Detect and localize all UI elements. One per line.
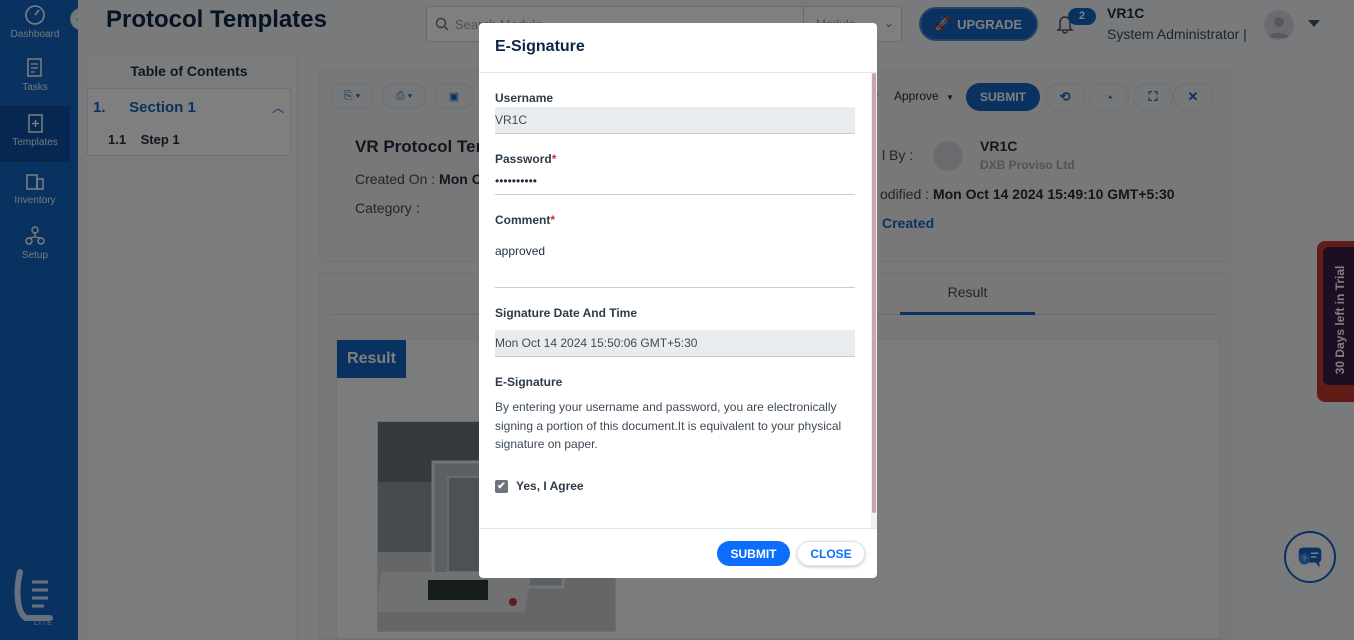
datetime-label: Signature Date And Time xyxy=(495,306,638,320)
dialog-submit-button[interactable]: SUBMIT xyxy=(717,541,790,566)
dialog-footer-divider xyxy=(479,528,877,529)
password-field[interactable]: •••••••••• xyxy=(495,174,855,195)
scrollbar-thumb[interactable] xyxy=(872,73,876,513)
esignature-dialog: E-Signature Username VR1C Password* ••••… xyxy=(479,23,877,578)
esignature-description: By entering your username and password, … xyxy=(495,400,842,451)
required-marker: * xyxy=(551,152,557,166)
username-label: Username xyxy=(495,91,554,105)
comment-field[interactable]: approved xyxy=(495,238,855,288)
password-label-text: Password xyxy=(495,152,552,166)
checkmark-icon: ✔ xyxy=(495,479,508,493)
required-marker: * xyxy=(550,213,556,227)
agree-label: Yes, I Agree xyxy=(516,479,584,493)
dialog-divider xyxy=(479,72,877,73)
username-field: VR1C xyxy=(495,107,855,134)
comment-label: Comment* xyxy=(495,213,555,227)
esignature-label: E-Signature xyxy=(495,375,563,389)
dialog-close-button[interactable]: CLOSE xyxy=(797,541,865,566)
datetime-field: Mon Oct 14 2024 15:50:06 GMT+5:30 xyxy=(495,330,855,357)
comment-label-text: Comment xyxy=(495,213,551,227)
password-label: Password* xyxy=(495,152,556,166)
dialog-title: E-Signature xyxy=(495,38,585,55)
agree-checkbox[interactable]: ✔ Yes, I Agree xyxy=(495,479,584,493)
